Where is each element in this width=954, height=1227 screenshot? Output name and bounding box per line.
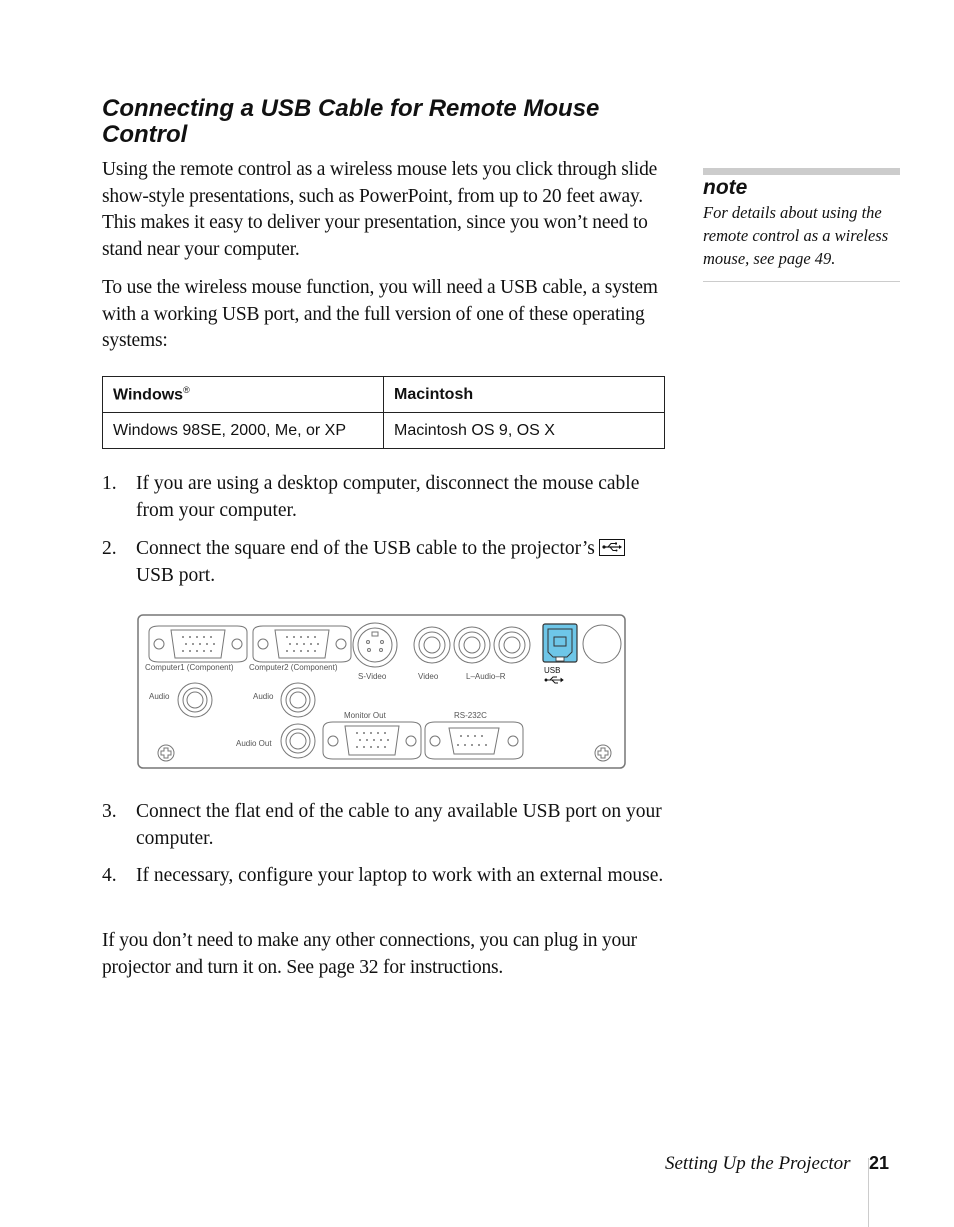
cell-macintosh: Macintosh OS 9, OS X <box>383 412 665 449</box>
step-number: 3. <box>102 801 117 822</box>
page-number: 21 <box>869 1153 890 1173</box>
projector-port-panel: Computer1 (Component) Computer2 (Compone… <box>137 614 626 769</box>
cell-windows: Windows 98SE, 2000, Me, or XP <box>102 412 384 449</box>
step-text: If necessary, configure your laptop to w… <box>136 865 664 886</box>
computer2-label: Computer2 (Component) <box>249 663 338 672</box>
note-text: For details about using the remote contr… <box>703 203 889 268</box>
note-title: note <box>703 176 748 199</box>
rs232c-label: RS-232C <box>454 711 487 720</box>
usb-port <box>542 623 578 663</box>
computer1-label: Computer1 (Component) <box>145 663 234 672</box>
monitor-out-label: Monitor Out <box>344 711 387 720</box>
audio-out-label: Audio Out <box>236 739 272 748</box>
step-3: 3. Connect the flat end of the cable to … <box>102 799 667 852</box>
step-1: 1. If you are using a desktop computer, … <box>102 471 667 524</box>
section-heading: Connecting a USB Cable for Remote Mouse … <box>102 95 600 148</box>
step-text: Connect the square end of the USB cable … <box>136 538 595 559</box>
chapter-title: Setting Up the Projector <box>665 1153 851 1174</box>
os-requirements-table: Windows® Macintosh Windows 98SE, 2000, M… <box>102 376 665 449</box>
note-divider <box>703 281 900 282</box>
registered-mark: ® <box>183 384 190 395</box>
step-number: 2. <box>102 538 117 559</box>
video-label: Video <box>418 672 439 681</box>
closing-paragraph: If you don’t need to make any other conn… <box>102 930 637 978</box>
step-2: 2. Connect the square end of the USB cab… <box>102 536 667 589</box>
step-4: 4. If necessary, configure your laptop t… <box>102 863 667 890</box>
audio1-label: Audio <box>149 692 170 701</box>
note-top-bar <box>703 168 900 175</box>
audio2-label: Audio <box>253 692 274 701</box>
table-row: Windows 98SE, 2000, Me, or XP Macintosh … <box>102 412 665 449</box>
requirements-paragraph: To use the wireless mouse function, you … <box>102 277 658 351</box>
table-header-row: Windows® Macintosh <box>102 376 665 413</box>
step-text-cont: USB port. <box>136 564 216 586</box>
step-number: 1. <box>102 473 117 494</box>
step-text: If you are using a desktop computer, dis… <box>136 473 640 521</box>
header-windows: Windows® <box>102 376 384 413</box>
svideo-label: S-Video <box>358 672 387 681</box>
usb-icon <box>598 539 625 556</box>
laudior-label: L–Audio–R <box>466 672 506 681</box>
step-number: 4. <box>102 865 117 886</box>
intro-paragraph: Using the remote control as a wireless m… <box>102 159 658 260</box>
sensor-window <box>582 624 622 664</box>
usb-label: USB <box>544 666 560 675</box>
step-text: Connect the flat end of the cable to any… <box>136 801 662 849</box>
header-macintosh: Macintosh <box>383 376 665 413</box>
